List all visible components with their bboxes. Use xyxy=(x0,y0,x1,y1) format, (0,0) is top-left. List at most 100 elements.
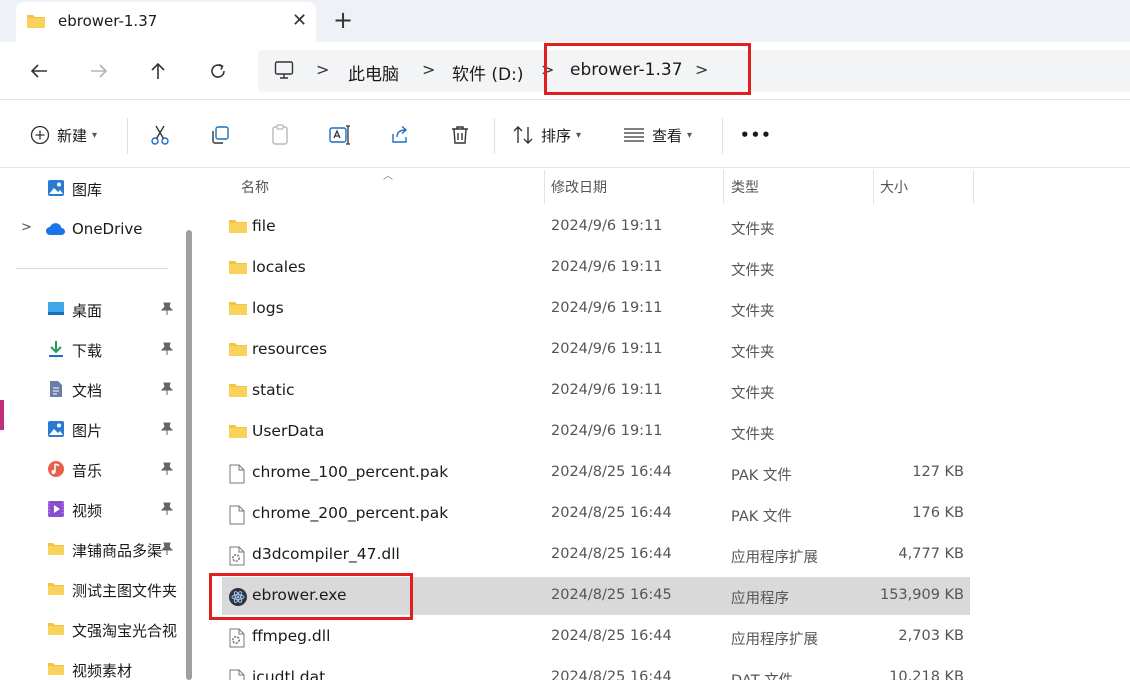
command-bar: 新建 ▾ 排序 ▾ 查看 ▾ ••• xyxy=(0,100,1130,168)
sidebar-item-onedrive[interactable]: > OneDrive xyxy=(0,211,182,247)
more-options-button[interactable]: ••• xyxy=(740,122,772,148)
rename-button[interactable] xyxy=(329,122,351,148)
sidebar-item-music[interactable]: 音乐 xyxy=(0,451,182,487)
file-list: ︿ 名称 修改日期 类型 大小 file 2024/9/6 19:11 文件夹 loc… xyxy=(200,168,1130,680)
tab-ebrower[interactable]: ebrower-1.37 ✕ xyxy=(16,2,316,42)
file-name: locales xyxy=(252,258,306,276)
pin-icon[interactable] xyxy=(161,542,173,556)
file-type: 应用程序 xyxy=(731,591,789,607)
column-name[interactable]: 名称 xyxy=(241,177,269,197)
file-name: chrome_200_percent.pak xyxy=(252,504,449,522)
file-type: 文件夹 xyxy=(731,304,775,320)
close-icon[interactable]: ✕ xyxy=(292,10,307,31)
modified-date: 2024/8/25 16:44 xyxy=(551,669,672,680)
table-row[interactable]: resources 2024/9/6 19:11 文件夹 xyxy=(222,331,970,369)
pin-icon[interactable] xyxy=(161,422,173,436)
breadcrumb-separator[interactable]: > xyxy=(695,60,708,79)
tab-title: ebrower-1.37 xyxy=(58,12,158,30)
table-row[interactable]: logs 2024/9/6 19:11 文件夹 xyxy=(222,290,970,328)
new-button[interactable]: 新建 ▾ xyxy=(30,122,97,148)
table-row[interactable]: UserData 2024/9/6 19:11 文件夹 xyxy=(222,413,970,451)
pin-icon[interactable] xyxy=(161,382,173,396)
sort-label: 排序 xyxy=(541,126,572,145)
address-input[interactable]: > 此电脑 > 软件 (D:) > ebrower-1.37 > xyxy=(258,50,1130,92)
folder-icon xyxy=(228,341,248,361)
column-divider[interactable] xyxy=(973,170,974,204)
table-row[interactable]: locales 2024/9/6 19:11 文件夹 xyxy=(222,249,970,287)
scissors-icon xyxy=(151,125,169,145)
sidebar-divider xyxy=(16,268,168,269)
sidebar-item-folder[interactable]: 津铺商品多渠 xyxy=(0,531,182,567)
folder-icon xyxy=(228,382,248,402)
breadcrumb-separator: > xyxy=(541,60,555,79)
pin-icon[interactable] xyxy=(161,502,173,516)
file-size: 4,777 KB xyxy=(898,546,964,562)
column-divider[interactable] xyxy=(723,170,724,204)
sidebar-item-pictures[interactable]: 图片 xyxy=(0,411,182,447)
sidebar-item-desktop[interactable]: 桌面 xyxy=(0,291,182,327)
pin-icon[interactable] xyxy=(161,462,173,476)
column-size[interactable]: 大小 xyxy=(880,177,908,197)
table-row[interactable]: d3dcompiler_47.dll 2024/8/25 16:44 应用程序扩展 4… xyxy=(222,536,970,574)
modified-date: 2024/9/6 19:11 xyxy=(551,300,663,316)
column-divider[interactable] xyxy=(873,170,874,204)
table-row[interactable]: ffmpeg.dll 2024/8/25 16:44 应用程序扩展 2,703 KB xyxy=(222,618,970,656)
breadcrumb-drive-d[interactable]: 软件 (D:) xyxy=(452,60,524,85)
download-icon xyxy=(49,341,63,357)
pin-icon[interactable] xyxy=(161,302,173,316)
back-button[interactable] xyxy=(24,56,54,86)
table-row[interactable]: static 2024/9/6 19:11 文件夹 xyxy=(222,372,970,410)
view-label: 查看 xyxy=(652,126,683,145)
delete-button[interactable] xyxy=(450,122,470,148)
sidebar-item-folder[interactable]: 测试主图文件夹 xyxy=(0,571,182,607)
copy-button[interactable] xyxy=(210,122,230,148)
sidebar-scrollbar[interactable] xyxy=(186,230,192,680)
sort-button[interactable]: 排序 ▾ xyxy=(512,122,581,148)
folder-icon xyxy=(228,259,248,279)
file-type: 文件夹 xyxy=(731,386,775,402)
sidebar-item-folder[interactable]: 视频素材 xyxy=(0,651,182,680)
folder-icon xyxy=(228,218,248,238)
new-label: 新建 xyxy=(57,126,88,145)
file-type: 文件夹 xyxy=(731,345,775,361)
refresh-button[interactable] xyxy=(203,56,233,86)
column-divider[interactable] xyxy=(544,170,545,204)
sidebar-item-videos[interactable]: 视频 xyxy=(0,491,182,527)
table-row[interactable]: chrome_100_percent.pak 2024/8/25 16:44 PAK… xyxy=(222,454,970,492)
folder-icon xyxy=(48,623,64,635)
file-name: ebrower.exe xyxy=(252,586,347,604)
computer-icon xyxy=(274,61,294,79)
breadcrumb-current-folder[interactable]: ebrower-1.37 xyxy=(570,60,683,80)
cut-button[interactable] xyxy=(150,122,170,148)
sidebar-item-documents[interactable]: 文档 xyxy=(0,371,182,407)
pin-icon[interactable] xyxy=(161,342,173,356)
up-button[interactable] xyxy=(143,56,173,86)
paste-button[interactable] xyxy=(270,122,290,148)
column-date[interactable]: 修改日期 xyxy=(551,177,607,197)
cloud-icon xyxy=(46,223,65,235)
modified-date: 2024/9/6 19:11 xyxy=(551,259,663,275)
sidebar-item-gallery[interactable]: 图库 xyxy=(0,170,182,206)
table-row[interactable]: file 2024/9/6 19:11 文件夹 xyxy=(222,208,970,246)
table-row[interactable]: icudtl.dat 2024/8/25 16:44 DAT 文件 10,218 KB xyxy=(222,659,970,680)
chevron-down-icon: ▾ xyxy=(687,129,693,141)
view-button[interactable]: 查看 ▾ xyxy=(623,122,692,148)
desktop-icon xyxy=(48,302,64,315)
file-name: resources xyxy=(252,340,328,358)
table-row[interactable]: ebrower.exe 2024/8/25 16:45 应用程序 153,909 KB xyxy=(222,577,970,615)
table-row[interactable]: chrome_200_percent.pak 2024/8/25 16:44 PAK… xyxy=(222,495,970,533)
file-type: 应用程序扩展 xyxy=(731,550,818,566)
navigation-pane: 图库 > OneDrive 桌面 下载 文档 图片 音乐 视频 津铺商品多渠 测… xyxy=(0,168,182,680)
sidebar-item-downloads[interactable]: 下载 xyxy=(0,331,182,367)
chevron-right-icon[interactable]: > xyxy=(21,220,32,235)
sidebar-item-folder[interactable]: 文强淘宝光合视 xyxy=(0,611,182,647)
breadcrumb-this-pc[interactable]: 此电脑 xyxy=(348,60,399,85)
share-button[interactable] xyxy=(390,122,410,148)
forward-button[interactable] xyxy=(84,56,114,86)
picture-icon xyxy=(48,421,64,437)
file-type: PAK 文件 xyxy=(731,468,792,484)
file-type: 文件夹 xyxy=(731,427,775,443)
file-type: 文件夹 xyxy=(731,222,775,238)
new-tab-button[interactable]: + xyxy=(333,6,353,34)
column-type[interactable]: 类型 xyxy=(731,177,759,197)
